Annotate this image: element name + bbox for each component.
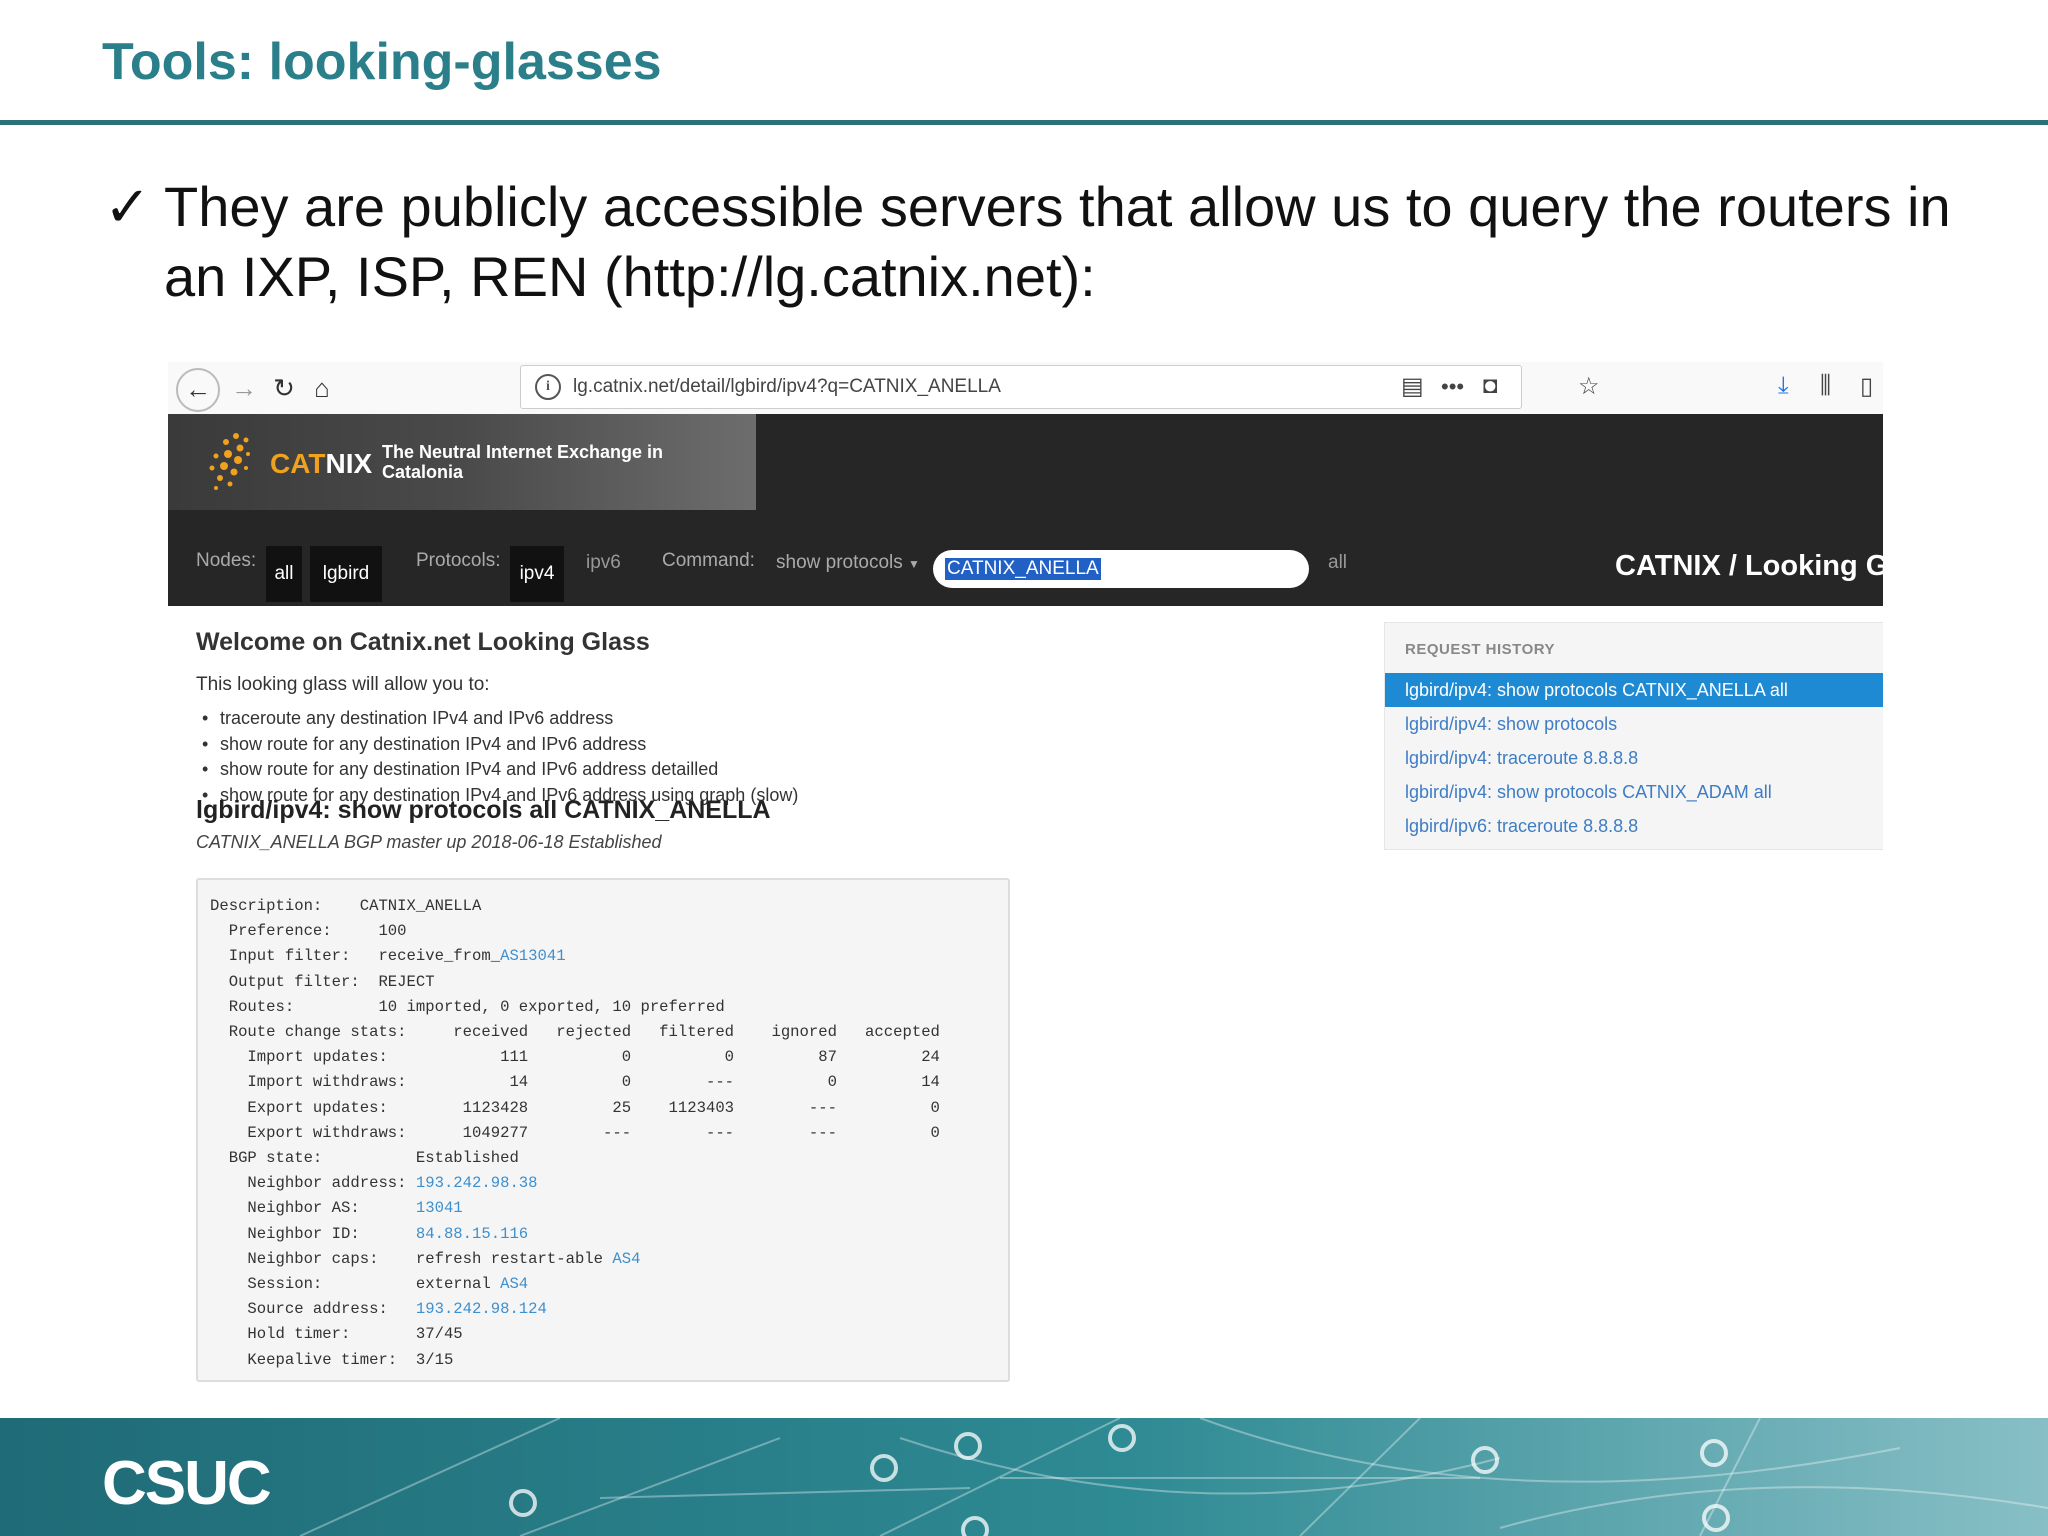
title-divider: [0, 120, 2048, 125]
sidebar-icon[interactable]: ▯: [1860, 372, 1873, 401]
slide-footer: CSUC: [0, 1418, 2048, 1536]
csuc-logo: CSUC: [102, 1449, 272, 1518]
back-icon[interactable]: ←: [176, 368, 220, 412]
bullet-text: They are publicly accessible servers tha…: [164, 175, 1951, 308]
network-pattern: [299, 1418, 2048, 1536]
as4-link[interactable]: AS4: [500, 1275, 528, 1293]
query-title: lgbird/ipv4: show protocols all CATNIX_A…: [196, 796, 771, 824]
browser-toolbar: ← → ↻ ⌂ i lg.catnix.net/detail/lgbird/ip…: [168, 362, 1883, 414]
welcome-heading: Welcome on Catnix.net Looking Glass: [196, 628, 650, 656]
protocols-label: Protocols:: [416, 550, 501, 571]
download-icon[interactable]: ⤓: [1778, 372, 1789, 400]
library-icon[interactable]: ⫼: [1820, 372, 1831, 400]
catnix-logo-icon: [209, 433, 250, 490]
lg-content: Welcome on Catnix.net Looking Glass This…: [168, 606, 1883, 1384]
list-item: traceroute any destination IPv4 and IPv6…: [196, 706, 798, 732]
forward-icon[interactable]: →: [226, 370, 262, 406]
lg-brand-title[interactable]: CATNIX / Looking Gl: [1615, 550, 1883, 583]
slide-title: Tools: looking-glasses: [102, 33, 662, 91]
reload-icon[interactable]: ↻: [266, 370, 302, 406]
lg-header: CATNIX The Neutral Internet Exchange in …: [168, 414, 1883, 606]
history-item[interactable]: lgbird/ipv4: traceroute 8.8.8.8: [1385, 741, 1883, 775]
list-item: show route for any destination IPv4 and …: [196, 732, 798, 758]
as4-link[interactable]: AS4: [612, 1250, 640, 1268]
nodes-label: Nodes:: [196, 550, 257, 571]
more-icon[interactable]: •••: [1441, 374, 1464, 400]
command-label: Command:: [662, 550, 755, 571]
source-address-link[interactable]: 193.242.98.124: [416, 1300, 547, 1318]
history-item[interactable]: lgbird/ipv4: show protocols CATNIX_ADAM …: [1385, 775, 1883, 809]
neighbor-id-link[interactable]: 84.88.15.116: [416, 1225, 528, 1243]
list-item: show route for any destination IPv4 and …: [196, 757, 798, 783]
pocket-icon[interactable]: ◘: [1483, 372, 1498, 400]
neighbor-address-link[interactable]: 193.242.98.38: [416, 1174, 538, 1192]
catnix-logo-text: CATNIX: [270, 448, 373, 479]
history-item[interactable]: lgbird/ipv6: traceroute 8.8.8.8: [1385, 809, 1883, 843]
all-option[interactable]: all: [1328, 552, 1347, 574]
checkmark-icon: ✓: [104, 175, 151, 238]
caret-down-icon: ▼: [908, 557, 920, 571]
node-all[interactable]: all: [266, 546, 302, 602]
star-icon[interactable]: ☆: [1578, 372, 1600, 401]
lg-navbar: Nodes: all lgbird Protocols: ipv4 ipv6 C…: [168, 510, 1883, 606]
intro-text: This looking glass will allow you to:: [196, 674, 490, 695]
query-subtitle: CATNIX_ANELLA BGP master up 2018-06-18 E…: [196, 832, 662, 852]
url-text[interactable]: lg.catnix.net/detail/lgbird/ipv4?q=CATNI…: [573, 376, 1001, 398]
as-link[interactable]: AS13041: [500, 947, 566, 965]
command-dropdown[interactable]: show protocols ▼: [776, 552, 920, 574]
history-item[interactable]: lgbird/ipv4: show protocols: [1385, 707, 1883, 741]
url-bar[interactable]: i lg.catnix.net/detail/lgbird/ipv4?q=CAT…: [520, 365, 1522, 409]
node-lgbird[interactable]: lgbird: [310, 546, 382, 602]
proto-ipv4[interactable]: ipv4: [510, 546, 564, 602]
catnix-logo-banner: CATNIX The Neutral Internet Exchange in …: [168, 414, 756, 510]
proto-ipv6[interactable]: ipv6: [586, 552, 621, 574]
home-icon[interactable]: ⌂: [304, 370, 340, 406]
request-history-panel: REQUEST HISTORY lgbird/ipv4: show protoc…: [1384, 622, 1883, 850]
result-output: Description: CATNIX_ANELLA Preference: 1…: [196, 878, 1010, 1382]
catnix-tagline: The Neutral Internet Exchange in Catalon…: [382, 442, 664, 482]
query-input[interactable]: CATNIX_ANELLA: [933, 550, 1309, 588]
history-item[interactable]: lgbird/ipv4: show protocols CATNIX_ANELL…: [1385, 673, 1883, 707]
feature-list: traceroute any destination IPv4 and IPv6…: [196, 706, 798, 808]
reader-icon[interactable]: ▤: [1401, 372, 1424, 401]
history-title: REQUEST HISTORY: [1405, 641, 1556, 658]
browser-screenshot: ← → ↻ ⌂ i lg.catnix.net/detail/lgbird/ip…: [168, 362, 1883, 1384]
neighbor-as-link[interactable]: 13041: [416, 1199, 463, 1217]
result-pre: Description: CATNIX_ANELLA Preference: 1…: [210, 897, 940, 1369]
info-icon[interactable]: i: [535, 374, 561, 400]
